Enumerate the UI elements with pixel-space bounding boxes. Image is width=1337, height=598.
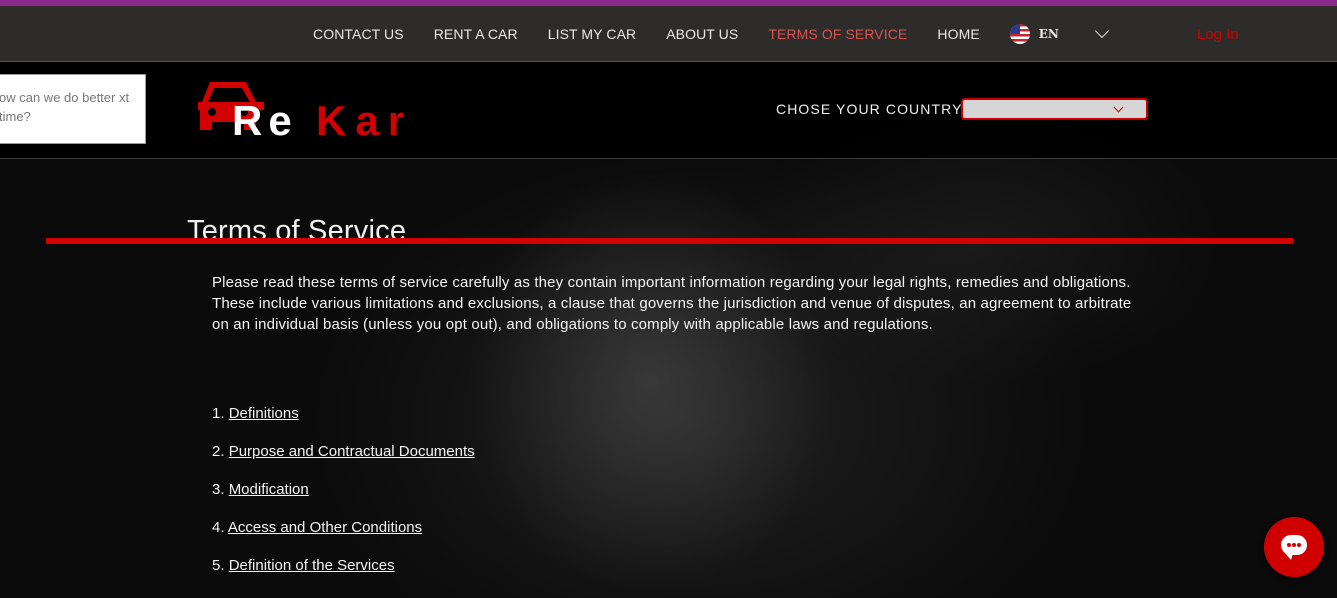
toc-link-services[interactable]: Definition of the Services (229, 557, 395, 574)
chevron-down-icon (1113, 102, 1124, 113)
top-navigation-bar: CONTACT US RENT A CAR LIST MY CAR ABOUT … (0, 6, 1337, 62)
logo-text-white: Re (232, 97, 298, 142)
toc-number: 3. (212, 481, 225, 498)
language-selector[interactable]: EN (1009, 23, 1109, 44)
us-flag-icon (1009, 23, 1030, 44)
nav-item-terms-of-service[interactable]: TERMS OF SERVICE (768, 26, 907, 42)
login-link[interactable]: Log In (1197, 26, 1239, 43)
toc-number: 5. (212, 557, 225, 574)
language-label: EN (1038, 26, 1059, 41)
chevron-down-icon (1094, 23, 1109, 39)
toc-number: 1. (212, 405, 225, 422)
feedback-box[interactable]: ow can we do better xt time? (0, 74, 146, 144)
country-dropdown[interactable] (961, 98, 1148, 120)
nav-item-home[interactable]: HOME (937, 26, 979, 42)
toc-item: 3. Modification (212, 480, 475, 518)
toc-link-access[interactable]: Access and Other Conditions (228, 519, 422, 536)
feedback-text: ow can we do better xt time? (0, 90, 130, 124)
chat-button[interactable] (1264, 517, 1324, 577)
rekar-logo[interactable]: Re Kar (198, 80, 428, 142)
chat-icon (1281, 535, 1307, 560)
nav-menu: CONTACT US RENT A CAR LIST MY CAR ABOUT … (313, 6, 1109, 61)
toc-item: 2. Purpose and Contractual Documents (212, 442, 475, 480)
toc-item: 4. Access and Other Conditions (212, 518, 475, 556)
toc-number: 4. (212, 519, 225, 536)
toc-item: 1. Definitions (212, 404, 475, 442)
nav-item-about-us[interactable]: ABOUT US (666, 26, 738, 42)
nav-item-contact-us[interactable]: CONTACT US (313, 26, 404, 42)
title-divider (46, 238, 1293, 244)
logo-text-red: Kar (316, 97, 413, 142)
country-label: CHOSE YOUR COUNTRY (776, 101, 963, 117)
table-of-contents: 1. Definitions 2. Purpose and Contractua… (212, 404, 475, 594)
nav-item-list-my-car[interactable]: LIST MY CAR (548, 26, 637, 42)
intro-paragraph: Please read these terms of service caref… (212, 274, 1132, 333)
toc-number: 2. (212, 443, 225, 460)
toc-link-definitions[interactable]: Definitions (229, 405, 299, 422)
toc-item: 5. Definition of the Services (212, 556, 475, 594)
nav-item-rent-a-car[interactable]: RENT A CAR (434, 26, 518, 42)
toc-link-purpose[interactable]: Purpose and Contractual Documents (229, 443, 475, 460)
toc-link-modification[interactable]: Modification (229, 481, 309, 498)
